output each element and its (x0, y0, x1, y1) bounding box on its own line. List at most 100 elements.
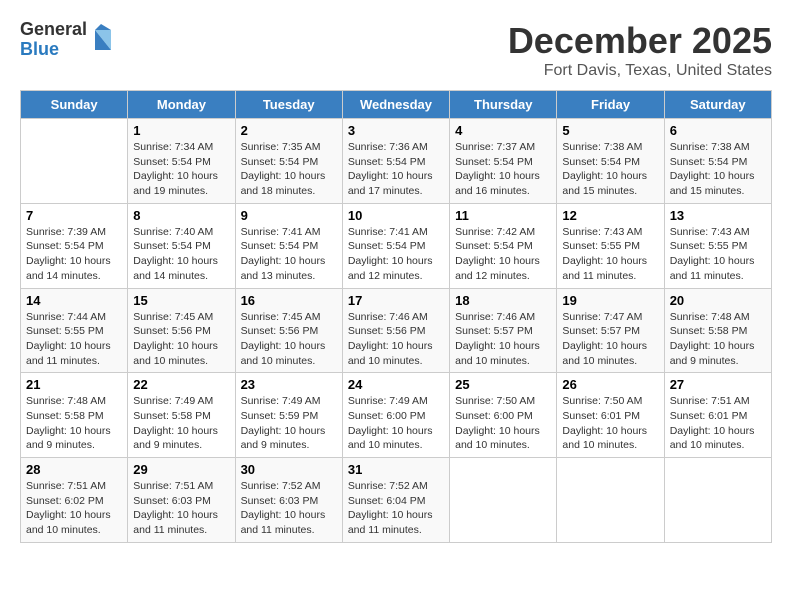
column-header-wednesday: Wednesday (342, 91, 449, 119)
day-number: 24 (348, 377, 444, 392)
calendar-cell: 1 Sunrise: 7:34 AM Sunset: 5:54 PM Daylig… (128, 119, 235, 204)
day-number: 1 (133, 123, 229, 138)
day-info: Sunrise: 7:43 AM Sunset: 5:55 PM Dayligh… (562, 225, 658, 284)
calendar-cell: 10 Sunrise: 7:41 AM Sunset: 5:54 PM Dayli… (342, 203, 449, 288)
column-header-tuesday: Tuesday (235, 91, 342, 119)
day-info: Sunrise: 7:50 AM Sunset: 6:00 PM Dayligh… (455, 394, 551, 453)
calendar-cell: 27 Sunrise: 7:51 AM Sunset: 6:01 PM Dayli… (664, 373, 771, 458)
day-info: Sunrise: 7:48 AM Sunset: 5:58 PM Dayligh… (670, 310, 766, 369)
day-number: 18 (455, 293, 551, 308)
column-header-friday: Friday (557, 91, 664, 119)
calendar-cell: 30 Sunrise: 7:52 AM Sunset: 6:03 PM Dayli… (235, 458, 342, 543)
day-info: Sunrise: 7:42 AM Sunset: 5:54 PM Dayligh… (455, 225, 551, 284)
day-info: Sunrise: 7:45 AM Sunset: 5:56 PM Dayligh… (241, 310, 337, 369)
calendar-cell: 16 Sunrise: 7:45 AM Sunset: 5:56 PM Dayli… (235, 288, 342, 373)
day-info: Sunrise: 7:49 AM Sunset: 5:58 PM Dayligh… (133, 394, 229, 453)
calendar-cell: 7 Sunrise: 7:39 AM Sunset: 5:54 PM Daylig… (21, 203, 128, 288)
day-info: Sunrise: 7:44 AM Sunset: 5:55 PM Dayligh… (26, 310, 122, 369)
day-number: 16 (241, 293, 337, 308)
calendar-cell (664, 458, 771, 543)
day-info: Sunrise: 7:51 AM Sunset: 6:03 PM Dayligh… (133, 479, 229, 538)
day-number: 30 (241, 462, 337, 477)
calendar-cell: 14 Sunrise: 7:44 AM Sunset: 5:55 PM Dayli… (21, 288, 128, 373)
day-info: Sunrise: 7:41 AM Sunset: 5:54 PM Dayligh… (241, 225, 337, 284)
calendar-cell: 26 Sunrise: 7:50 AM Sunset: 6:01 PM Dayli… (557, 373, 664, 458)
calendar-cell: 3Sunrise: 7:36 AM Sunset: 5:54 PM Daylig… (342, 119, 449, 204)
main-title: December 2025 (508, 20, 772, 62)
day-number: 7 (26, 208, 122, 223)
day-info: Sunrise: 7:45 AM Sunset: 5:56 PM Dayligh… (133, 310, 229, 369)
day-number: 27 (670, 377, 766, 392)
logo-blue-text: Blue (20, 40, 87, 60)
calendar-table: SundayMondayTuesdayWednesdayThursdayFrid… (20, 90, 772, 543)
day-number: 3 (348, 123, 444, 138)
day-info: Sunrise: 7:49 AM Sunset: 6:00 PM Dayligh… (348, 394, 444, 453)
week-row-2: 7 Sunrise: 7:39 AM Sunset: 5:54 PM Daylig… (21, 203, 772, 288)
day-info: Sunrise: 7:50 AM Sunset: 6:01 PM Dayligh… (562, 394, 658, 453)
day-info: Sunrise: 7:41 AM Sunset: 5:54 PM Dayligh… (348, 225, 444, 284)
calendar-cell: 5 Sunrise: 7:38 AM Sunset: 5:54 PM Daylig… (557, 119, 664, 204)
logo: General Blue (20, 20, 115, 60)
logo-icon (91, 22, 115, 57)
calendar-cell: 24 Sunrise: 7:49 AM Sunset: 6:00 PM Dayli… (342, 373, 449, 458)
calendar-cell: 29Sunrise: 7:51 AM Sunset: 6:03 PM Dayli… (128, 458, 235, 543)
day-number: 23 (241, 377, 337, 392)
calendar-cell: 4 Sunrise: 7:37 AM Sunset: 5:54 PM Daylig… (450, 119, 557, 204)
day-number: 20 (670, 293, 766, 308)
day-number: 17 (348, 293, 444, 308)
day-info: Sunrise: 7:39 AM Sunset: 5:54 PM Dayligh… (26, 225, 122, 284)
day-number: 26 (562, 377, 658, 392)
header-row: SundayMondayTuesdayWednesdayThursdayFrid… (21, 91, 772, 119)
page-header: General Blue December 2025 Fort Davis, T… (20, 20, 772, 80)
calendar-cell: 15 Sunrise: 7:45 AM Sunset: 5:56 PM Dayli… (128, 288, 235, 373)
week-row-5: 28Sunrise: 7:51 AM Sunset: 6:02 PM Dayli… (21, 458, 772, 543)
logo-general-text: General (20, 20, 87, 40)
day-number: 10 (348, 208, 444, 223)
calendar-cell: 9 Sunrise: 7:41 AM Sunset: 5:54 PM Daylig… (235, 203, 342, 288)
day-info: Sunrise: 7:43 AM Sunset: 5:55 PM Dayligh… (670, 225, 766, 284)
calendar-cell: 12 Sunrise: 7:43 AM Sunset: 5:55 PM Dayli… (557, 203, 664, 288)
day-number: 12 (562, 208, 658, 223)
day-info: Sunrise: 7:34 AM Sunset: 5:54 PM Dayligh… (133, 140, 229, 199)
calendar-cell: 31 Sunrise: 7:52 AM Sunset: 6:04 PM Dayli… (342, 458, 449, 543)
calendar-cell: 20 Sunrise: 7:48 AM Sunset: 5:58 PM Dayli… (664, 288, 771, 373)
calendar-cell (557, 458, 664, 543)
day-number: 15 (133, 293, 229, 308)
calendar-cell: 21Sunrise: 7:48 AM Sunset: 5:58 PM Dayli… (21, 373, 128, 458)
day-info: Sunrise: 7:37 AM Sunset: 5:54 PM Dayligh… (455, 140, 551, 199)
day-info: Sunrise: 7:40 AM Sunset: 5:54 PM Dayligh… (133, 225, 229, 284)
day-info: Sunrise: 7:35 AM Sunset: 5:54 PM Dayligh… (241, 140, 337, 199)
day-info: Sunrise: 7:49 AM Sunset: 5:59 PM Dayligh… (241, 394, 337, 453)
day-info: Sunrise: 7:38 AM Sunset: 5:54 PM Dayligh… (562, 140, 658, 199)
title-block: December 2025 Fort Davis, Texas, United … (508, 20, 772, 80)
day-number: 14 (26, 293, 122, 308)
day-number: 8 (133, 208, 229, 223)
day-number: 13 (670, 208, 766, 223)
week-row-1: 1 Sunrise: 7:34 AM Sunset: 5:54 PM Daylig… (21, 119, 772, 204)
day-number: 25 (455, 377, 551, 392)
day-number: 5 (562, 123, 658, 138)
day-number: 31 (348, 462, 444, 477)
calendar-cell: 28Sunrise: 7:51 AM Sunset: 6:02 PM Dayli… (21, 458, 128, 543)
day-info: Sunrise: 7:52 AM Sunset: 6:03 PM Dayligh… (241, 479, 337, 538)
day-number: 22 (133, 377, 229, 392)
column-header-sunday: Sunday (21, 91, 128, 119)
calendar-cell (21, 119, 128, 204)
calendar-cell: 18Sunrise: 7:46 AM Sunset: 5:57 PM Dayli… (450, 288, 557, 373)
day-info: Sunrise: 7:52 AM Sunset: 6:04 PM Dayligh… (348, 479, 444, 538)
day-number: 6 (670, 123, 766, 138)
day-number: 19 (562, 293, 658, 308)
calendar-cell: 19Sunrise: 7:47 AM Sunset: 5:57 PM Dayli… (557, 288, 664, 373)
day-number: 21 (26, 377, 122, 392)
calendar-cell: 6Sunrise: 7:38 AM Sunset: 5:54 PM Daylig… (664, 119, 771, 204)
calendar-cell: 13 Sunrise: 7:43 AM Sunset: 5:55 PM Dayli… (664, 203, 771, 288)
calendar-cell: 25 Sunrise: 7:50 AM Sunset: 6:00 PM Dayli… (450, 373, 557, 458)
day-info: Sunrise: 7:51 AM Sunset: 6:01 PM Dayligh… (670, 394, 766, 453)
day-number: 9 (241, 208, 337, 223)
day-number: 4 (455, 123, 551, 138)
column-header-thursday: Thursday (450, 91, 557, 119)
calendar-cell: 22 Sunrise: 7:49 AM Sunset: 5:58 PM Dayli… (128, 373, 235, 458)
calendar-cell (450, 458, 557, 543)
calendar-cell: 2Sunrise: 7:35 AM Sunset: 5:54 PM Daylig… (235, 119, 342, 204)
week-row-3: 14 Sunrise: 7:44 AM Sunset: 5:55 PM Dayli… (21, 288, 772, 373)
